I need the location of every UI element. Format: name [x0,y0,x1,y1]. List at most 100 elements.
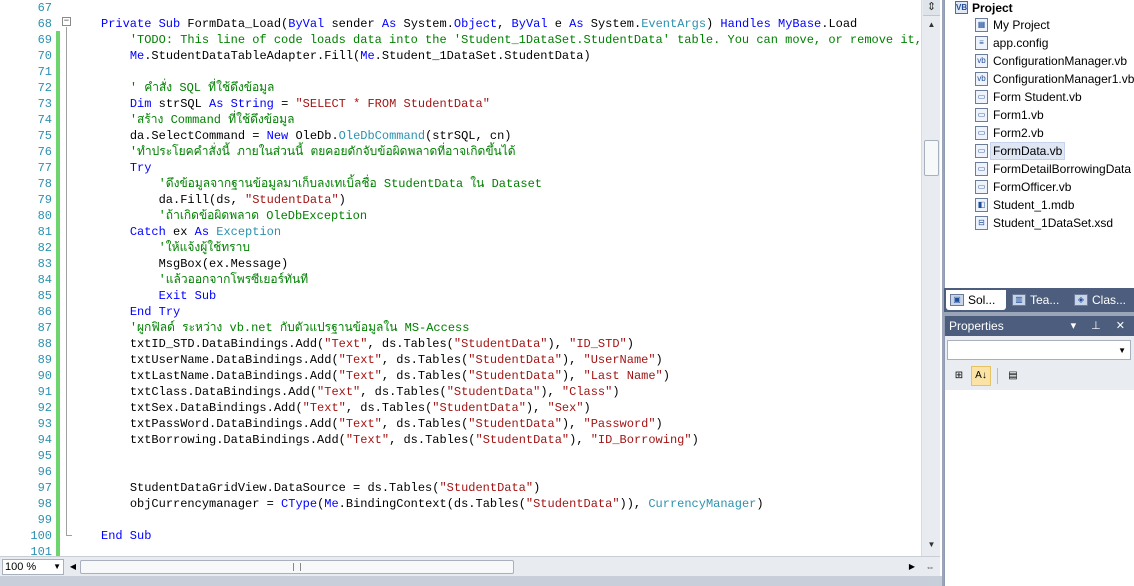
code-token: txtBorrowing.DataBindings.Add( [129,433,346,447]
line-number: 90 [37,369,52,383]
solution-item-label: Form2.vb [993,126,1044,140]
scroll-right-icon[interactable]: ▶ [906,560,918,574]
code-token: 'แล้วออกจากโพรซีเยอร์ทันที [158,273,309,287]
code-token: Try [129,161,152,175]
code-line[interactable]: Catch ex As Exception [101,224,281,240]
code-line[interactable]: da.SelectCommand = New OleDb.OleDbComman… [101,128,512,144]
property-grid[interactable] [945,390,1134,586]
code-line[interactable]: objCurrencymanager = CType(Me.BindingCon… [101,496,764,512]
code-line[interactable]: 'ถ้าเกิดข้อผิดพลาด OleDbException [101,208,367,224]
line-number: 74 [37,113,52,127]
code-line[interactable]: StudentDataGridView.DataSource = ds.Tabl… [101,480,540,496]
code-line[interactable]: txtPassWord.DataBindings.Add("Text", ds.… [101,416,663,432]
chevron-down-icon: ▼ [1118,346,1126,355]
solution-explorer-icon: ▣ [950,294,964,306]
object-selector-dropdown[interactable]: ▼ [947,340,1131,360]
code-line[interactable]: txtLastName.DataBindings.Add("Text", ds.… [101,368,670,384]
line-number: 82 [37,241,52,255]
panel-tab-label: Sol... [968,293,996,307]
code-line[interactable]: End Sub [101,528,151,544]
solution-explorer[interactable]: VB Project ▦ My Project ≡ app.config vb Confi… [944,0,1134,288]
toolbar-separator [997,368,998,384]
scroll-up-icon[interactable]: ▲ [924,18,939,32]
team-explorer-icon: ▥ [1012,294,1026,306]
code-token: ) [626,337,634,351]
code-line[interactable]: Exit Sub [101,288,217,304]
code-line[interactable]: 'ทำประโยคคำสั่งนี้ ภายในส่วนนี้ ตยคอยดัก… [101,144,516,160]
code-text-area[interactable]: Private Sub FormData_Load(ByVal sender A… [73,0,921,556]
code-token: da.SelectCommand = [129,129,267,143]
code-line[interactable]: txtUserName.DataBindings.Add("Text", ds.… [101,352,663,368]
code-token: , [497,17,512,31]
line-number: 80 [37,209,52,223]
panel-tab[interactable]: ▣ Sol... [946,290,1006,310]
code-token: txtID_STD.DataBindings.Add( [129,337,325,351]
code-line[interactable]: MsgBox(ex.Message) [101,256,289,272]
code-editor[interactable]: 67 68 69 70 71 72 73 74 75 76 77 78 79 80 81 82 83 84 85 86… [0,0,942,586]
property-pages-icon[interactable]: ▤ [1003,366,1023,386]
scroll-left-icon[interactable]: ◀ [68,560,78,574]
vertical-scroll-thumb[interactable] [924,140,939,176]
solution-item-label: ConfigurationManager1.vb [993,72,1134,86]
code-line[interactable]: txtSex.DataBindings.Add("Text", ds.Table… [101,400,591,416]
zoom-dropdown[interactable]: 100 % ▼ [2,559,64,575]
code-token: ) [338,193,346,207]
code-line[interactable]: Me.StudentDataTableAdapter.Fill(Me.Stude… [101,48,591,64]
code-token: ) [612,385,620,399]
code-line[interactable]: 'TODO: This line of code loads data into… [101,32,921,48]
code-token: "StudentData" [475,433,570,447]
code-token: ' คำสั่ง SQL ที่ใช้ดึงข้อมูล [129,81,275,95]
code-token: Me [324,497,339,511]
code-token: 'ให้แจ้งผู้ใช้ทราบ [158,241,250,255]
code-token: MsgBox(ex.Message) [158,257,289,271]
vertical-scrollbar[interactable]: ⇕ ▲ ▼ [921,0,940,556]
code-line[interactable]: txtID_STD.DataBindings.Add("Text", ds.Ta… [101,336,634,352]
line-number: 96 [37,465,52,479]
code-line[interactable]: ' คำสั่ง SQL ที่ใช้ดึงข้อมูล [101,80,275,96]
line-number: 71 [37,65,52,79]
code-line[interactable]: Private Sub FormData_Load(ByVal sender A… [101,16,857,32]
panel-tab[interactable]: ◈ Clas... [1070,290,1130,310]
alphabetical-sort-icon[interactable]: A↓ [971,366,991,386]
code-line[interactable]: 'ดึงข้อมูลจากฐานข้อมูลมาเก็บลงเทเบิ้ลชื่… [101,176,542,192]
code-token: ex [173,225,195,239]
code-line[interactable]: 'แล้วออกจากโพรซีเยอร์ทันที [101,272,309,288]
line-number: 93 [37,417,52,431]
code-line[interactable]: 'สร้าง Command ที่ใช้ดึงข้อมูล [101,112,295,128]
class-view-icon: ◈ [1074,294,1088,306]
horizontal-scroll-thumb[interactable] [80,560,514,574]
code-token: 'ผูกฟิลด์ ระหว่าง vb.net กับตัวแปรฐานข้อ… [129,321,470,335]
code-token: da.Fill(ds, [158,193,246,207]
line-number: 68 [37,17,52,31]
code-token: Object [453,17,498,31]
code-token: txtPassWord.DataBindings.Add( [129,417,339,431]
code-line[interactable]: da.Fill(ds, "StudentData") [101,192,346,208]
code-line[interactable]: End Try [101,304,180,320]
solution-item-label: Student_1DataSet.xsd [993,216,1114,230]
code-line[interactable]: 'ผูกฟิลด์ ระหว่าง vb.net กับตัวแปรฐานข้อ… [101,320,470,336]
solution-item-label: app.config [993,36,1049,50]
form-file-icon: ▭ [975,180,988,194]
code-token: End Try [129,305,181,319]
horizontal-split-icon[interactable]: ⇔ [922,559,938,575]
line-number: 98 [37,497,52,511]
panel-tab[interactable]: ▥ Tea... [1008,290,1068,310]
properties-window-buttons[interactable]: ▾ ⊥ ✕ [1071,316,1131,336]
code-line[interactable]: Try [101,160,152,176]
code-line[interactable]: txtClass.DataBindings.Add("Text", ds.Tab… [101,384,620,400]
code-line[interactable]: 'ให้แจ้งผู้ใช้ทราบ [101,240,250,256]
code-token: OleDbCommand [338,129,426,143]
code-token: System. [403,17,454,31]
code-line[interactable]: Dim strSQL As String = "SELECT * FROM St… [101,96,490,112]
code-token: Exception [216,225,282,239]
code-token: strSQL [158,97,210,111]
scroll-down-icon[interactable]: ▼ [924,538,939,552]
solution-item-label: FormOfficer.vb [993,180,1072,194]
code-line[interactable]: txtBorrowing.DataBindings.Add("Text", ds… [101,432,699,448]
collapse-region-icon[interactable]: − [62,17,71,26]
editor-split-icon[interactable]: ⇕ [923,0,940,16]
categorized-icon[interactable]: ⊞ [949,366,969,386]
line-number: 84 [37,273,52,287]
